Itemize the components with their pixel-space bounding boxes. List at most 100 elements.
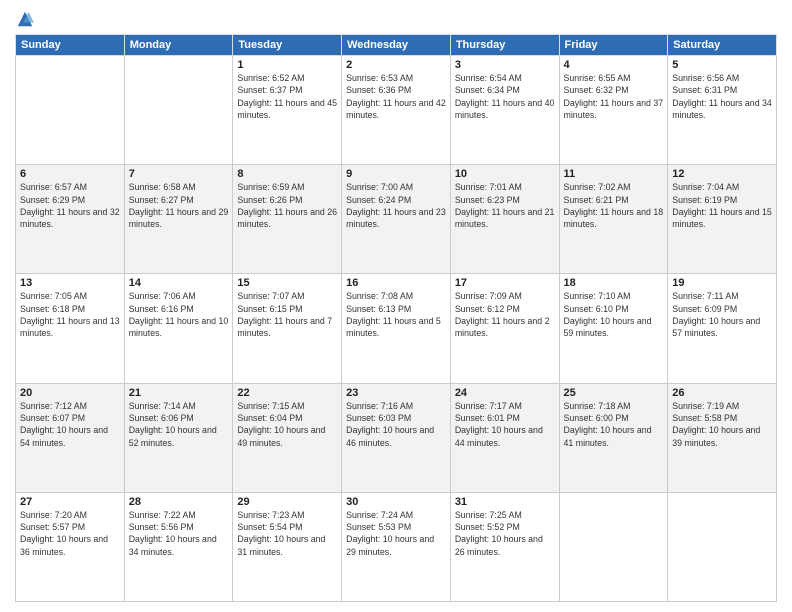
day-detail: Sunrise: 7:14 AMSunset: 6:06 PMDaylight:… — [129, 401, 217, 448]
day-detail: Sunrise: 7:09 AMSunset: 6:12 PMDaylight:… — [455, 291, 550, 338]
calendar-cell: 12 Sunrise: 7:04 AMSunset: 6:19 PMDayligh… — [668, 165, 777, 274]
calendar-cell: 8 Sunrise: 6:59 AMSunset: 6:26 PMDaylight… — [233, 165, 342, 274]
day-number: 1 — [237, 59, 337, 71]
day-header-wednesday: Wednesday — [342, 35, 451, 56]
calendar-week-row: 27 Sunrise: 7:20 AMSunset: 5:57 PMDayligh… — [16, 492, 777, 601]
day-detail: Sunrise: 7:12 AMSunset: 6:07 PMDaylight:… — [20, 401, 108, 448]
day-detail: Sunrise: 7:04 AMSunset: 6:19 PMDaylight:… — [672, 182, 772, 229]
day-detail: Sunrise: 7:06 AMSunset: 6:16 PMDaylight:… — [129, 291, 229, 338]
day-detail: Sunrise: 6:58 AMSunset: 6:27 PMDaylight:… — [129, 182, 229, 229]
day-number: 6 — [20, 168, 120, 180]
calendar-cell: 7 Sunrise: 6:58 AMSunset: 6:27 PMDaylight… — [124, 165, 233, 274]
calendar-cell: 31Sunrise: 7:25 AMSunset: 5:52 PMDayligh… — [450, 492, 559, 601]
calendar-cell — [559, 492, 668, 601]
calendar-cell: 21 Sunrise: 7:14 AMSunset: 6:06 PMDayligh… — [124, 383, 233, 492]
day-detail: Sunrise: 7:19 AMSunset: 5:58 PMDaylight:… — [672, 401, 760, 448]
header — [15, 10, 777, 28]
day-detail: Sunrise: 6:59 AMSunset: 6:26 PMDaylight:… — [237, 182, 337, 229]
day-number: 27 — [20, 496, 120, 508]
calendar-cell: 29 Sunrise: 7:23 AMSunset: 5:54 PMDayligh… — [233, 492, 342, 601]
calendar-cell: 26Sunrise: 7:19 AMSunset: 5:58 PMDayligh… — [668, 383, 777, 492]
calendar-header-row: SundayMondayTuesdayWednesdayThursdayFrid… — [16, 35, 777, 56]
calendar-cell: 5Sunrise: 6:56 AMSunset: 6:31 PMDaylight… — [668, 56, 777, 165]
day-number: 12 — [672, 168, 772, 180]
calendar-cell: 30 Sunrise: 7:24 AMSunset: 5:53 PMDayligh… — [342, 492, 451, 601]
calendar-week-row: 20 Sunrise: 7:12 AMSunset: 6:07 PMDayligh… — [16, 383, 777, 492]
day-number: 21 — [129, 387, 229, 399]
day-detail: Sunrise: 7:17 AMSunset: 6:01 PMDaylight:… — [455, 401, 543, 448]
day-detail: Sunrise: 7:08 AMSunset: 6:13 PMDaylight:… — [346, 291, 441, 338]
day-number: 13 — [20, 277, 120, 289]
day-number: 23 — [346, 387, 446, 399]
day-number: 18 — [564, 277, 664, 289]
day-detail: Sunrise: 7:00 AMSunset: 6:24 PMDaylight:… — [346, 182, 446, 229]
calendar-cell: 4 Sunrise: 6:55 AMSunset: 6:32 PMDaylight… — [559, 56, 668, 165]
day-detail: Sunrise: 6:53 AMSunset: 6:36 PMDaylight:… — [346, 73, 446, 120]
calendar-cell: 9 Sunrise: 7:00 AMSunset: 6:24 PMDaylight… — [342, 165, 451, 274]
calendar-cell: 13Sunrise: 7:05 AMSunset: 6:18 PMDayligh… — [16, 274, 125, 383]
day-detail: Sunrise: 7:01 AMSunset: 6:23 PMDaylight:… — [455, 182, 555, 229]
day-number: 25 — [564, 387, 664, 399]
calendar-week-row: 6 Sunrise: 6:57 AMSunset: 6:29 PMDaylight… — [16, 165, 777, 274]
day-header-sunday: Sunday — [16, 35, 125, 56]
day-number: 4 — [564, 59, 664, 71]
day-number: 20 — [20, 387, 120, 399]
day-number: 11 — [564, 168, 664, 180]
day-number: 31 — [455, 496, 555, 508]
day-number: 29 — [237, 496, 337, 508]
day-header-monday: Monday — [124, 35, 233, 56]
day-number: 17 — [455, 277, 555, 289]
calendar-table: SundayMondayTuesdayWednesdayThursdayFrid… — [15, 34, 777, 602]
calendar-cell: 20 Sunrise: 7:12 AMSunset: 6:07 PMDayligh… — [16, 383, 125, 492]
day-number: 15 — [237, 277, 337, 289]
day-number: 7 — [129, 168, 229, 180]
day-number: 9 — [346, 168, 446, 180]
calendar-cell: 28Sunrise: 7:22 AMSunset: 5:56 PMDayligh… — [124, 492, 233, 601]
day-detail: Sunrise: 6:57 AMSunset: 6:29 PMDaylight:… — [20, 182, 120, 229]
calendar-cell: 1 Sunrise: 6:52 AMSunset: 6:37 PMDaylight… — [233, 56, 342, 165]
day-number: 22 — [237, 387, 337, 399]
calendar-cell: 22 Sunrise: 7:15 AMSunset: 6:04 PMDayligh… — [233, 383, 342, 492]
day-number: 30 — [346, 496, 446, 508]
day-detail: Sunrise: 6:56 AMSunset: 6:31 PMDaylight:… — [672, 73, 772, 120]
day-detail: Sunrise: 7:15 AMSunset: 6:04 PMDaylight:… — [237, 401, 325, 448]
day-number: 10 — [455, 168, 555, 180]
day-detail: Sunrise: 7:07 AMSunset: 6:15 PMDaylight:… — [237, 291, 332, 338]
calendar-cell: 11 Sunrise: 7:02 AMSunset: 6:21 PMDayligh… — [559, 165, 668, 274]
day-number: 2 — [346, 59, 446, 71]
day-detail: Sunrise: 6:52 AMSunset: 6:37 PMDaylight:… — [237, 73, 337, 120]
calendar-cell — [16, 56, 125, 165]
calendar-cell: 24 Sunrise: 7:17 AMSunset: 6:01 PMDayligh… — [450, 383, 559, 492]
day-number: 8 — [237, 168, 337, 180]
day-detail: Sunrise: 7:11 AMSunset: 6:09 PMDaylight:… — [672, 291, 760, 338]
calendar-week-row: 13Sunrise: 7:05 AMSunset: 6:18 PMDayligh… — [16, 274, 777, 383]
day-number: 19 — [672, 277, 772, 289]
day-header-friday: Friday — [559, 35, 668, 56]
calendar-cell: 6 Sunrise: 6:57 AMSunset: 6:29 PMDaylight… — [16, 165, 125, 274]
day-header-tuesday: Tuesday — [233, 35, 342, 56]
calendar-cell: 14 Sunrise: 7:06 AMSunset: 6:16 PMDayligh… — [124, 274, 233, 383]
calendar-cell: 23 Sunrise: 7:16 AMSunset: 6:03 PMDayligh… — [342, 383, 451, 492]
day-detail: Sunrise: 7:16 AMSunset: 6:03 PMDaylight:… — [346, 401, 434, 448]
calendar-cell — [668, 492, 777, 601]
day-detail: Sunrise: 7:23 AMSunset: 5:54 PMDaylight:… — [237, 510, 325, 557]
day-detail: Sunrise: 7:02 AMSunset: 6:21 PMDaylight:… — [564, 182, 664, 229]
logo — [15, 10, 34, 28]
day-number: 14 — [129, 277, 229, 289]
calendar-cell: 16Sunrise: 7:08 AMSunset: 6:13 PMDayligh… — [342, 274, 451, 383]
calendar-cell: 18Sunrise: 7:10 AMSunset: 6:10 PMDayligh… — [559, 274, 668, 383]
day-detail: Sunrise: 7:24 AMSunset: 5:53 PMDaylight:… — [346, 510, 434, 557]
day-detail: Sunrise: 6:55 AMSunset: 6:32 PMDaylight:… — [564, 73, 664, 120]
calendar-cell: 15 Sunrise: 7:07 AMSunset: 6:15 PMDayligh… — [233, 274, 342, 383]
day-number: 24 — [455, 387, 555, 399]
day-detail: Sunrise: 7:18 AMSunset: 6:00 PMDaylight:… — [564, 401, 652, 448]
day-number: 28 — [129, 496, 229, 508]
calendar-cell: 17 Sunrise: 7:09 AMSunset: 6:12 PMDayligh… — [450, 274, 559, 383]
day-header-saturday: Saturday — [668, 35, 777, 56]
day-detail: Sunrise: 6:54 AMSunset: 6:34 PMDaylight:… — [455, 73, 555, 120]
calendar-cell: 19 Sunrise: 7:11 AMSunset: 6:09 PMDayligh… — [668, 274, 777, 383]
calendar-cell: 3Sunrise: 6:54 AMSunset: 6:34 PMDaylight… — [450, 56, 559, 165]
page: SundayMondayTuesdayWednesdayThursdayFrid… — [0, 0, 792, 612]
calendar-cell: 27 Sunrise: 7:20 AMSunset: 5:57 PMDayligh… — [16, 492, 125, 601]
day-detail: Sunrise: 7:20 AMSunset: 5:57 PMDaylight:… — [20, 510, 108, 557]
